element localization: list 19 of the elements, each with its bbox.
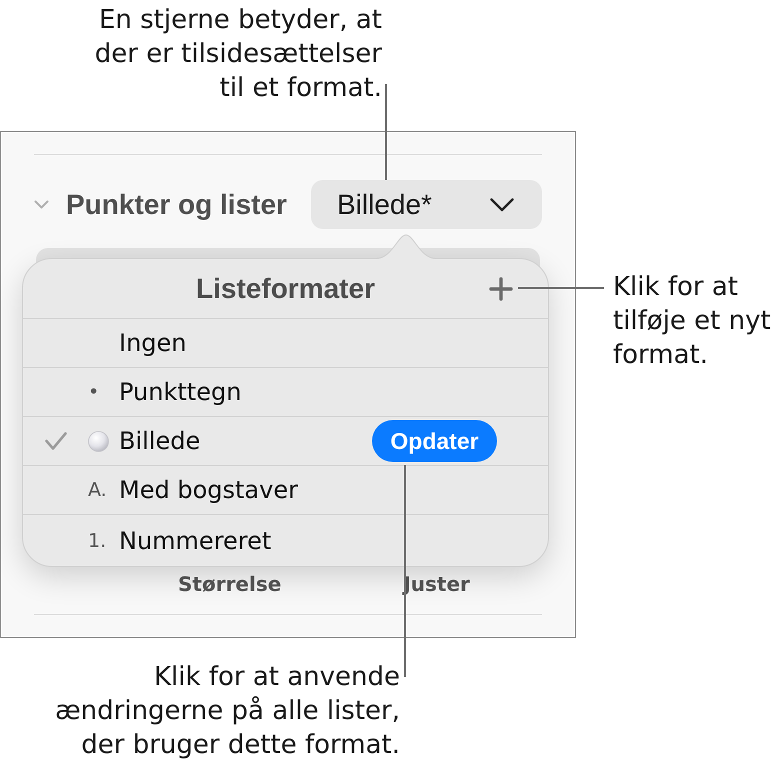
control-label: Størrelse (178, 571, 282, 597)
callout-text: En stjerne betyder, at der er tilsidesættelser til et format. (94, 4, 382, 105)
list-style-label[interactable]: Punkttegn (119, 377, 242, 407)
chevron-down-icon (490, 198, 514, 212)
list-style-label[interactable]: Med bogstaver (119, 475, 298, 505)
list-marker: A. (88, 478, 107, 502)
callout-text: Klik for at tilføje et nyt format. (613, 271, 771, 372)
update-button[interactable]: Opdater (372, 420, 497, 462)
list-style-label[interactable]: Ingen (119, 328, 186, 358)
list-marker: 1. (88, 528, 106, 552)
popover-title: Listeformater (196, 272, 375, 306)
plus-icon[interactable] (489, 276, 513, 300)
section-title: Punkter og lister (66, 188, 287, 222)
list-style-label[interactable]: Billede (119, 426, 200, 456)
list-marker: • (88, 380, 100, 404)
list-style-label[interactable]: Nummereret (119, 526, 272, 556)
callout-text: Klik for at anvende ændringerne på alle lister, der bruger dette format. (55, 661, 400, 762)
style-dropdown[interactable]: Billede* (311, 180, 542, 229)
sphere-bullet-icon (88, 430, 109, 452)
